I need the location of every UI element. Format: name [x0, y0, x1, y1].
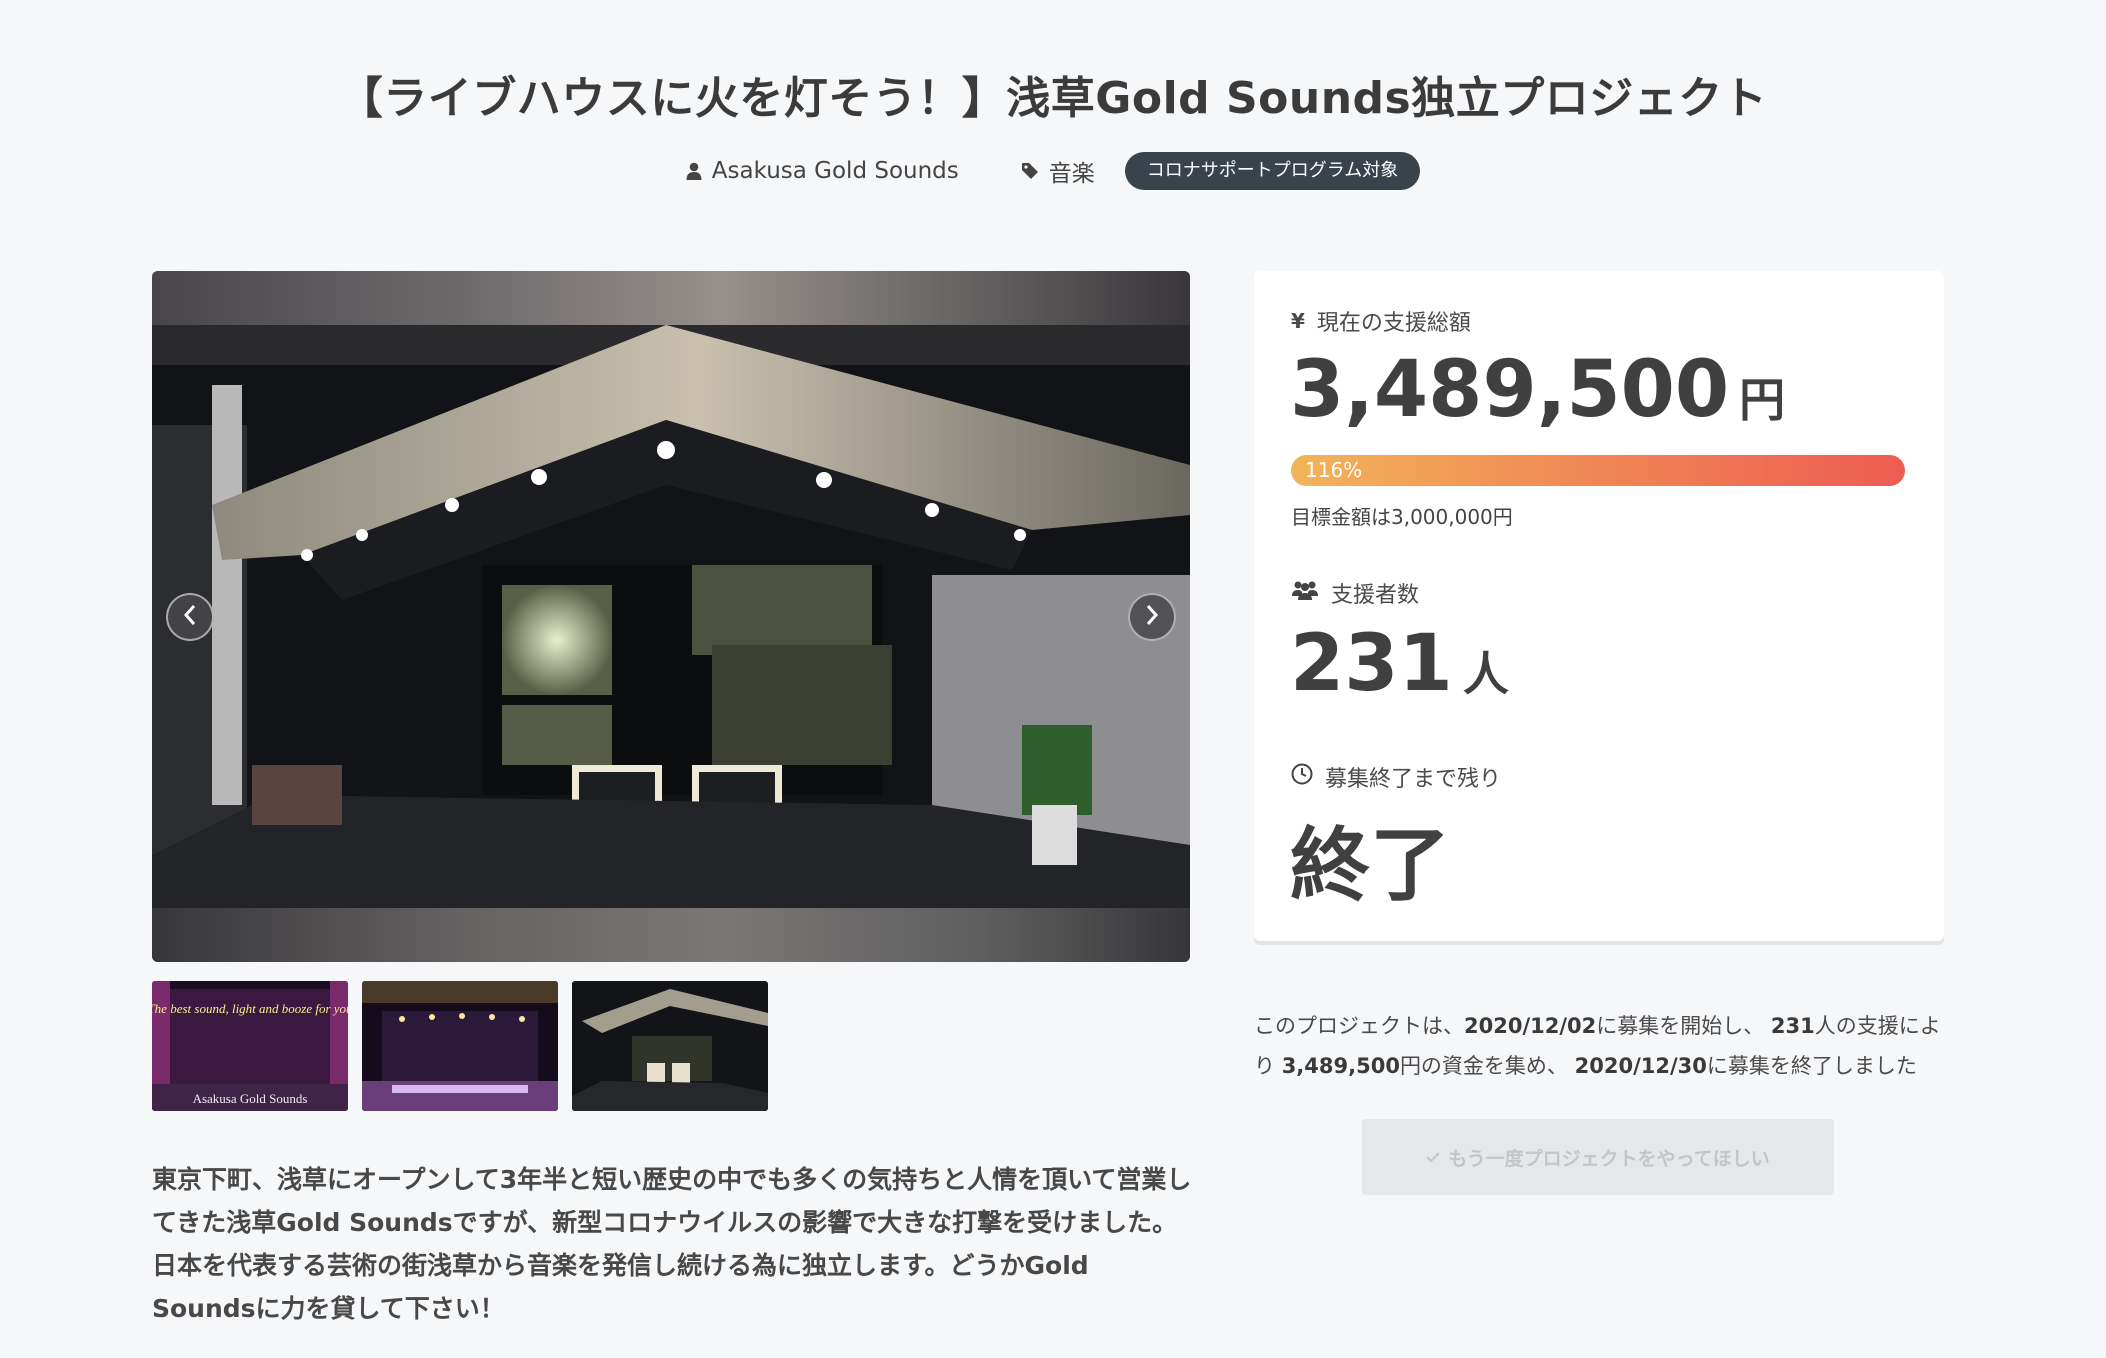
clock-icon — [1291, 763, 1313, 791]
amount-value: 3,489,500 — [1290, 345, 1730, 435]
goal-amount: 目標金額は3,000,000円 — [1291, 505, 1513, 529]
summary-end-date: 2020/12/30 — [1574, 1054, 1707, 1078]
user-icon — [686, 162, 702, 180]
summary-text-5: に募集を終了しました — [1706, 1054, 1917, 1078]
next-image-button[interactable] — [1128, 593, 1176, 641]
amount-label: 現在の支援総額 — [1316, 311, 1471, 336]
summary-amount: 3,489,500 — [1281, 1054, 1400, 1078]
thumbnail-bar — [572, 981, 768, 1111]
bar-photo — [152, 325, 1190, 908]
thumb-caption: Asakusa Gold Sounds — [193, 1091, 308, 1106]
image-blur-bottom — [152, 908, 1190, 962]
thumbnail-stage — [362, 981, 558, 1111]
remaining-label-row: 募集終了まで残り — [1291, 761, 1501, 793]
main-image[interactable] — [152, 271, 1190, 962]
request-again-label: もう一度プロジェクトをやってほしい — [1448, 1147, 1770, 1170]
chevron-right-icon — [1144, 604, 1160, 630]
owner-name: Asakusa Gold Sounds — [711, 158, 959, 184]
project-description: 東京下町、浅草にオープンして3年半と短い歴史の中でも多くの気持ちと人情を頂いて営… — [152, 1165, 1192, 1323]
thumbnail-3[interactable] — [572, 981, 768, 1111]
project-summary: このプロジェクトは、2020/12/02に募集を開始し、 231人の支援により … — [1254, 1006, 1954, 1086]
remaining-label: 募集終了まで残り — [1325, 767, 1502, 792]
tag-icon — [1021, 162, 1039, 180]
project-title: 【ライブハウスに火を灯そう！】浅草Gold Sounds独立プロジェクト — [338, 73, 1768, 124]
thumbnail-strip: The best sound, light and booze for you … — [152, 981, 768, 1111]
summary-text-2: に募集を開始し、 — [1596, 1014, 1771, 1038]
amount-unit: 円 — [1739, 373, 1786, 427]
prev-image-button[interactable] — [166, 593, 214, 641]
backers-value: 231 — [1290, 619, 1453, 709]
amount-label-row: ¥ 現在の支援総額 — [1291, 305, 1471, 337]
progress-percent: 116% — [1305, 458, 1363, 482]
summary-text-1: このプロジェクトは、 — [1254, 1014, 1464, 1038]
users-icon — [1291, 580, 1319, 606]
image-blur-top — [152, 271, 1190, 325]
remaining-value: 終了 — [1290, 819, 1450, 912]
chevron-left-icon — [182, 604, 198, 630]
check-icon — [1426, 1146, 1440, 1168]
thumbnail-2[interactable] — [362, 981, 558, 1111]
request-again-button[interactable]: もう一度プロジェクトをやってほしい — [1362, 1119, 1834, 1195]
thumb-neon-text: The best sound, light and booze for you — [152, 1001, 348, 1016]
backers-label-row: 支援者数 — [1291, 577, 1419, 609]
summary-backers: 231 — [1770, 1014, 1815, 1038]
summary-text-4: 円の資金を集め、 — [1399, 1054, 1575, 1078]
backers-unit: 人 — [1462, 647, 1509, 701]
backers-value-row: 231 人 — [1290, 619, 1509, 709]
project-meta: Asakusa Gold Sounds 音楽 コロナサポートプログラム対象 — [0, 152, 2106, 190]
backers-label: 支援者数 — [1331, 583, 1420, 608]
thumbnail-1[interactable]: The best sound, light and booze for you … — [152, 981, 348, 1111]
stats-card: ¥ 現在の支援総額 3,489,500 円 116% 目標金額は3,000,000… — [1254, 271, 1944, 941]
thumbnail-stage-sign: The best sound, light and booze for you … — [152, 981, 348, 1111]
category-link[interactable]: 音楽 — [1021, 154, 1095, 188]
corona-support-badge[interactable]: コロナサポートプログラム対象 — [1124, 152, 1421, 190]
owner-link[interactable]: Asakusa Gold Sounds — [686, 158, 959, 184]
summary-start-date: 2020/12/02 — [1464, 1014, 1597, 1038]
amount-value-row: 3,489,500 円 — [1290, 345, 1785, 435]
category-name: 音楽 — [1048, 161, 1095, 187]
funding-progress-bar: 116% — [1291, 455, 1905, 486]
yen-icon: ¥ — [1291, 309, 1305, 333]
